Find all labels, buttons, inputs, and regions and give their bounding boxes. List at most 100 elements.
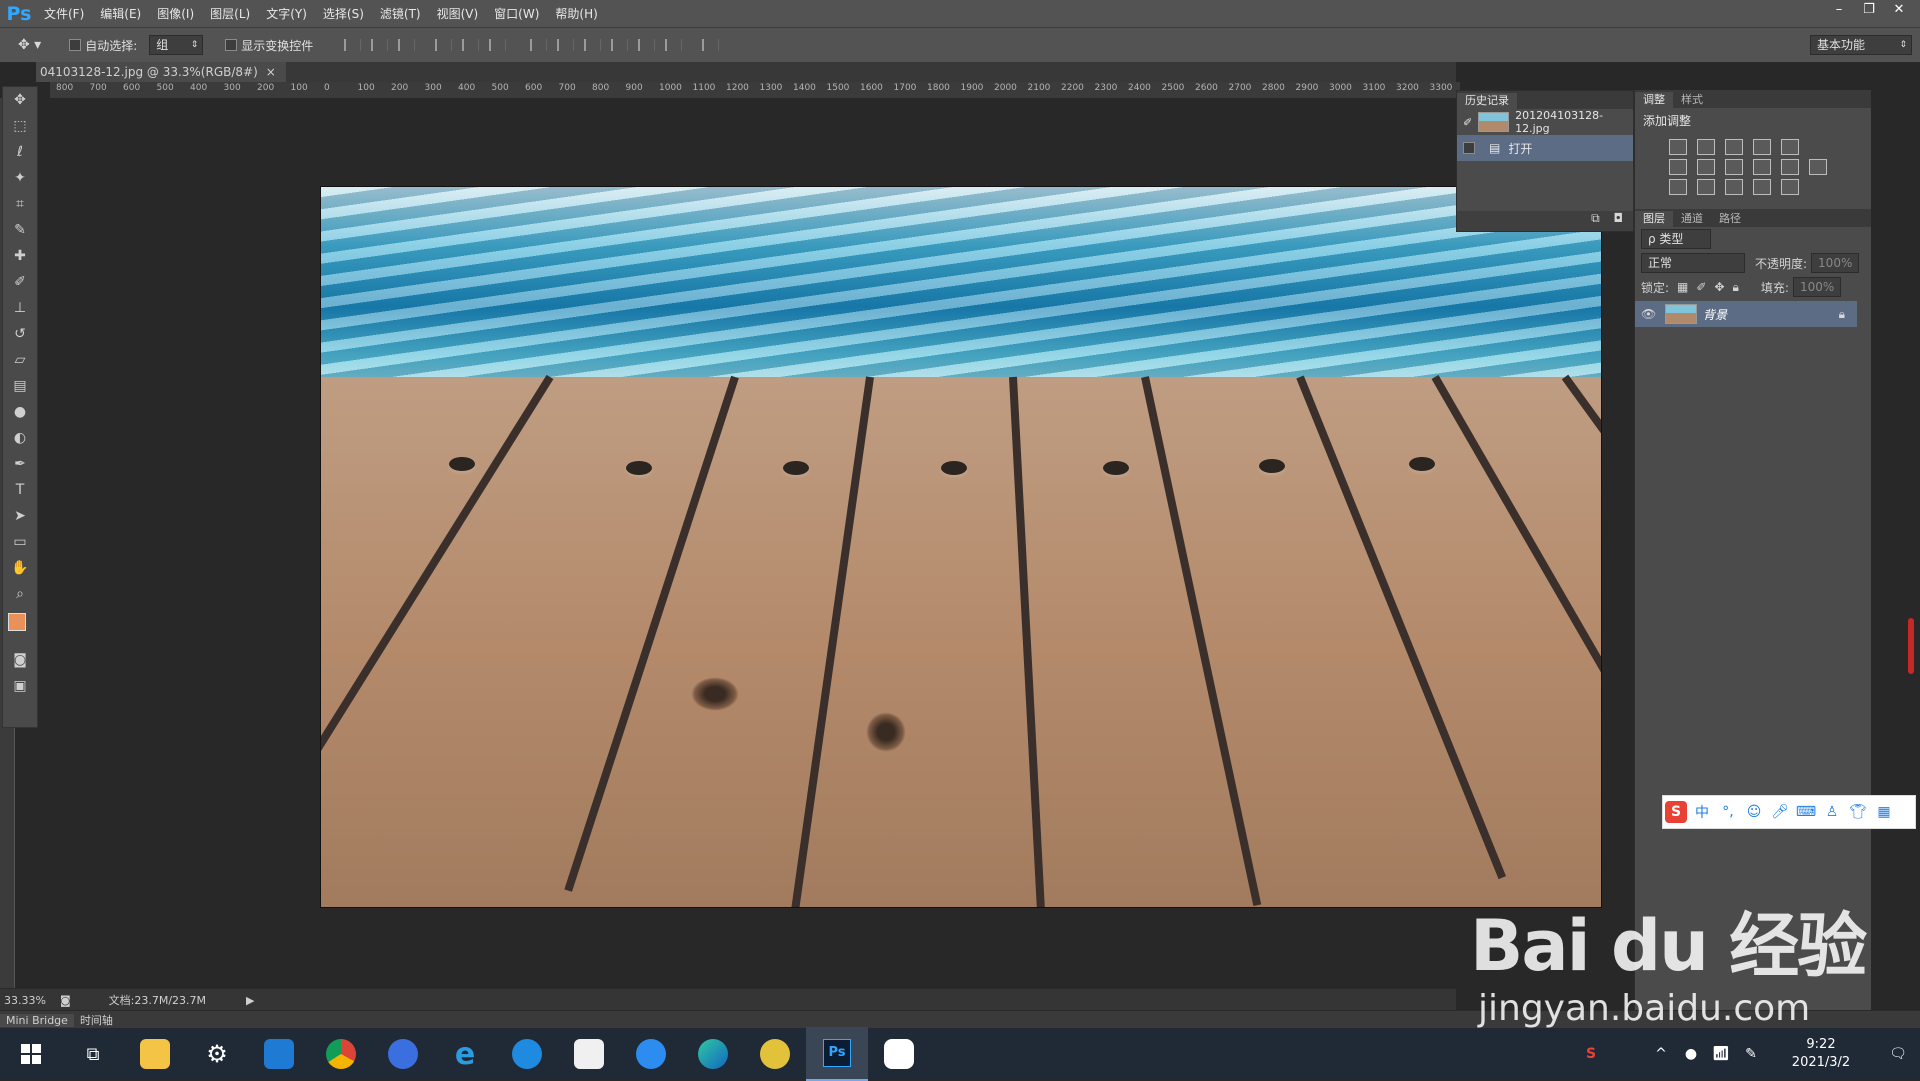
store-button[interactable] [558, 1028, 620, 1080]
align-hcenter-icon[interactable] [462, 39, 480, 51]
distribute-top-icon[interactable] [530, 39, 548, 51]
baidu-netdisk-button[interactable] [868, 1028, 930, 1080]
file-explorer-button[interactable] [124, 1028, 186, 1080]
opacity-field[interactable]: 100% [1811, 253, 1860, 273]
scroll-indicator[interactable] [1908, 618, 1914, 674]
photo-filter-icon[interactable] [1753, 159, 1771, 175]
brightness-icon[interactable] [1669, 139, 1687, 155]
selective-color-icon[interactable] [1753, 179, 1771, 195]
document-tab[interactable]: 04103128-12.jpg @ 33.3%(RGB/8#) × [36, 62, 286, 82]
quick-mask-icon[interactable]: ◙ [3, 647, 37, 673]
history-step-checkbox[interactable] [1463, 142, 1475, 154]
menu-edit[interactable]: 编辑(E) [92, 5, 149, 22]
close-button[interactable]: ✕ [1884, 0, 1914, 22]
move-tool-icon[interactable]: ✥ ▾ [18, 37, 41, 53]
exposure-icon[interactable] [1753, 139, 1771, 155]
notification-icon[interactable]: 🗨︎ [1876, 1046, 1920, 1062]
ime-punct-toggle[interactable]: °, [1717, 801, 1739, 823]
hue-saturation-icon[interactable] [1669, 159, 1687, 175]
magic-wand-icon[interactable]: ✦ [3, 165, 37, 191]
invert-icon[interactable] [1669, 179, 1687, 195]
blend-mode-dropdown[interactable]: 正常 [1641, 253, 1745, 273]
start-button[interactable] [0, 1028, 62, 1080]
tab-history[interactable]: 历史记录 [1457, 93, 1517, 109]
close-tab-icon[interactable]: × [266, 62, 276, 82]
black-white-icon[interactable] [1725, 159, 1743, 175]
eraser-tool-icon[interactable]: ▱ [3, 347, 37, 373]
tab-layers[interactable]: 图层 [1635, 211, 1673, 227]
keyboard-icon[interactable]: ⌨ [1795, 801, 1817, 823]
zoom-tool-icon[interactable]: ⌕ [3, 581, 37, 607]
app-l-button[interactable] [372, 1028, 434, 1080]
workspace-dropdown[interactable]: 基本功能 ⇕ [1810, 35, 1912, 55]
history-brush-icon[interactable]: ↺ [3, 321, 37, 347]
healing-brush-icon[interactable]: ✚ [3, 243, 37, 269]
levels-icon[interactable] [1697, 139, 1715, 155]
color-swatches-icon[interactable] [3, 607, 37, 647]
channel-mixer-icon[interactable] [1781, 159, 1799, 175]
ie-button[interactable]: e [434, 1028, 496, 1080]
chevron-up-icon[interactable]: ^ [1646, 1046, 1676, 1062]
history-snapshot-row[interactable]: ✐ 201204103128-12.jpg [1457, 109, 1633, 135]
auto-align-icon[interactable] [702, 39, 720, 51]
show-transform-checkbox[interactable] [225, 39, 238, 51]
lock-position-icon[interactable]: ✥ [1714, 280, 1724, 294]
menu-type[interactable]: 文字(Y) [258, 5, 315, 22]
gradient-map-icon[interactable] [1781, 179, 1799, 195]
gradient-tool-icon[interactable]: ▤ [3, 373, 37, 399]
pen-icon[interactable]: ✎ [1736, 1046, 1766, 1062]
menu-file[interactable]: 文件(F) [36, 5, 92, 22]
align-bottom-icon[interactable] [398, 39, 416, 51]
blur-tool-icon[interactable]: ● [3, 399, 37, 425]
distribute-right-icon[interactable] [665, 39, 683, 51]
posterize-icon[interactable] [1697, 179, 1715, 195]
foreground-color-swatch[interactable] [8, 613, 26, 631]
history-step-row[interactable]: ▤ 打开 [1457, 135, 1633, 161]
photos-app-button[interactable] [248, 1028, 310, 1080]
sogou-tray-icon[interactable]: S [1576, 1046, 1606, 1062]
tab-channels[interactable]: 通道 [1673, 211, 1711, 227]
camera-icon[interactable]: ◘ [1614, 211, 1624, 225]
eye-icon[interactable]: 👁︎ [1641, 307, 1659, 321]
color-lookup-icon[interactable] [1809, 159, 1827, 175]
menu-filter[interactable]: 滤镜(T) [372, 5, 429, 22]
crop-tool-icon[interactable]: ⌗ [3, 191, 37, 217]
menu-window[interactable]: 窗口(W) [486, 5, 547, 22]
edge-button[interactable] [682, 1028, 744, 1080]
lock-all-icon[interactable]: 🔒︎ [1733, 280, 1739, 295]
curves-icon[interactable] [1725, 139, 1743, 155]
vibrance-icon[interactable] [1781, 139, 1799, 155]
task-view-button[interactable]: ⧉ [62, 1028, 124, 1080]
menu-image[interactable]: 图像(I) [149, 5, 202, 22]
tab-styles[interactable]: 样式 [1673, 92, 1711, 108]
tab-adjustments[interactable]: 调整 [1635, 92, 1673, 108]
user-icon[interactable]: ♙ [1821, 801, 1843, 823]
path-select-icon[interactable]: ➤ [3, 503, 37, 529]
menu-view[interactable]: 视图(V) [429, 5, 487, 22]
auto-select-checkbox[interactable] [69, 39, 82, 51]
screen-mode-icon[interactable]: ▣ [3, 673, 37, 699]
pen-tool-icon[interactable]: ✒ [3, 451, 37, 477]
distribute-bottom-icon[interactable] [584, 39, 602, 51]
layer-row-background[interactable]: 👁︎ 背景 🔒︎ [1635, 301, 1857, 327]
fill-field[interactable]: 100% [1792, 277, 1842, 297]
brush-tool-icon[interactable]: ✐ [3, 269, 37, 295]
auto-select-dropdown[interactable]: 组 ⇕ [149, 35, 204, 55]
sogou-logo-icon[interactable]: S [1665, 801, 1687, 823]
shape-tool-icon[interactable]: ▭ [3, 529, 37, 555]
status-expand-icon[interactable]: ▶ [246, 994, 254, 1007]
lock-pixels-icon[interactable]: ✐ [1696, 280, 1706, 294]
hand-tool-icon[interactable]: ✋ [3, 555, 37, 581]
dodge-tool-icon[interactable]: ◐ [3, 425, 37, 451]
document-image[interactable] [320, 186, 1602, 908]
status-info-icon[interactable]: ◙ [60, 994, 71, 1007]
photoshop-taskbar-button[interactable]: Ps [806, 1027, 868, 1081]
chrome-button[interactable] [310, 1028, 372, 1080]
distribute-vcenter-icon[interactable] [557, 39, 575, 51]
menu-help[interactable]: 帮助(H) [547, 5, 605, 22]
lock-transparency-icon[interactable]: ▦ [1677, 280, 1688, 294]
align-right-icon[interactable] [489, 39, 507, 51]
align-left-icon[interactable] [435, 39, 453, 51]
eyedropper-icon[interactable]: ✎ [3, 217, 37, 243]
marquee-tool-icon[interactable]: ⬚ [3, 113, 37, 139]
